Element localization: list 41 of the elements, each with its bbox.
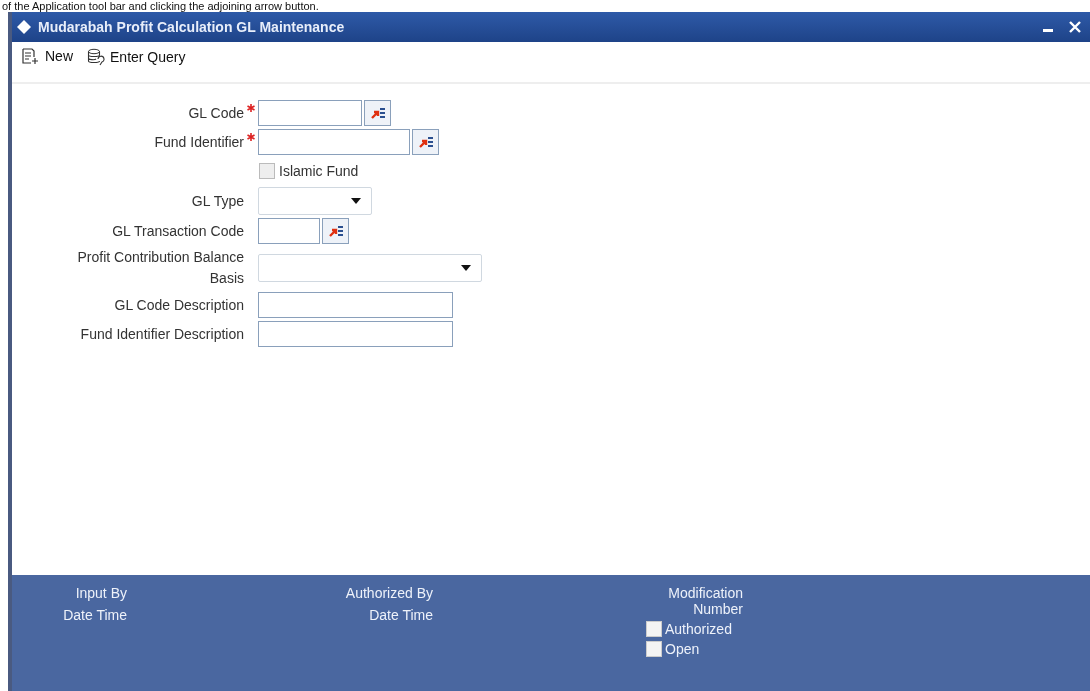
field-label: GL Code xyxy=(187,103,244,123)
field-label: Fund Identifier Description xyxy=(79,324,244,344)
field-label: Profit Contribution Balance Basis xyxy=(76,248,244,288)
toolbar-button[interactable]: Enter Query xyxy=(85,46,188,68)
required-asterisk-icon xyxy=(247,133,255,141)
checkbox[interactable] xyxy=(646,621,662,637)
caret-icon xyxy=(461,265,471,271)
caption-text: of the Application tool bar and clicking the adjoining arrow button. xyxy=(1,0,320,12)
lookup-button[interactable] xyxy=(364,100,391,126)
required-asterisk-icon xyxy=(247,104,255,112)
field-label: GL Type xyxy=(190,191,244,211)
field-label: GL Code Description xyxy=(113,295,244,315)
footer-label: Authorized By xyxy=(345,585,433,601)
text-field[interactable] xyxy=(258,100,362,126)
text-field[interactable] xyxy=(258,129,410,155)
checkbox[interactable] xyxy=(646,641,662,657)
lookup-button[interactable] xyxy=(412,129,439,155)
checkbox-label: Open xyxy=(665,641,700,657)
window-title: Mudarabah Profit Calculation GL Maintenance xyxy=(38,19,345,35)
new-document-icon xyxy=(22,48,40,64)
dropdown[interactable] xyxy=(258,254,482,282)
database-icon xyxy=(87,48,105,66)
diamond-icon xyxy=(16,19,32,35)
lookup-list-icon xyxy=(417,135,434,149)
footer-label: Date Time xyxy=(63,607,127,623)
text-field[interactable] xyxy=(258,292,453,318)
lookup-list-icon xyxy=(369,106,386,120)
caret-icon xyxy=(351,198,361,204)
lookup-list-icon xyxy=(327,224,344,238)
text-field[interactable] xyxy=(258,321,453,347)
footer-label: Modification Number xyxy=(667,585,743,617)
field-label: GL Transaction Code xyxy=(111,221,244,241)
text-field[interactable] xyxy=(258,218,320,244)
footer-label: Date Time xyxy=(369,607,433,623)
footer-label: Input By xyxy=(75,585,127,601)
checkbox-label: Authorized xyxy=(665,621,732,637)
toolbar-button[interactable]: New xyxy=(20,46,75,66)
lookup-button[interactable] xyxy=(322,218,349,244)
close-icon[interactable] xyxy=(1068,20,1082,34)
field-label: Fund Identifier xyxy=(153,132,244,152)
checkbox-label: Islamic Fund xyxy=(279,163,359,179)
